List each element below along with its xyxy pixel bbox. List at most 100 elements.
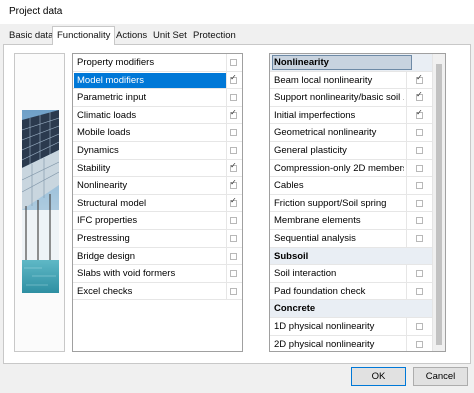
list-item-beam-local-nonlinearity[interactable]: Beam local nonlinearity ✓ (270, 71, 433, 90)
checkmark-icon: ✓ (230, 178, 237, 188)
list-item-general-plasticity[interactable]: General plasticity (270, 142, 433, 160)
checkbox[interactable] (230, 235, 237, 242)
checkbox[interactable] (230, 252, 237, 260)
checkbox[interactable] (230, 129, 237, 137)
checkbox[interactable] (230, 147, 237, 154)
list-item-compression-only-2d-members[interactable]: Compression-only 2D members (270, 159, 433, 178)
list-item-prestressing[interactable]: Prestressing (73, 230, 242, 248)
checkbox[interactable] (416, 199, 423, 207)
group-header-label: Subsoil (274, 250, 309, 262)
list-item-cables[interactable]: Cables (270, 177, 433, 195)
list-item-membrane-elements[interactable]: Membrane elements (270, 212, 433, 230)
list-item-stability[interactable]: Stability ✓ (73, 159, 242, 178)
list-item-label: Property modifiers (77, 57, 155, 68)
list-item-1d-physical-nonlinearity[interactable]: 1D physical nonlinearity (270, 318, 433, 336)
list-item-label: Sequential analysis (274, 233, 356, 244)
checkbox[interactable] (416, 323, 423, 330)
group-header-concrete[interactable]: Concrete (270, 300, 433, 318)
list-item-label: Climatic loads (77, 109, 137, 121)
list-item-slabs-with-void-formers[interactable]: Slabs with void formers (73, 265, 242, 283)
list-item-structural-model[interactable]: Structural model ✓ (73, 194, 242, 213)
checkmark-icon: ✓ (416, 107, 423, 117)
checkmark-icon: ✓ (230, 107, 237, 117)
tab-functionality[interactable]: Functionality (52, 26, 116, 45)
list-item-initial-imperfections[interactable]: Initial imperfections ✓ (270, 106, 433, 125)
group-header-label: Nonlinearity (274, 57, 329, 68)
list-item-pad-foundation-check[interactable]: Pad foundation check (270, 282, 433, 301)
list-item-label: Slabs with void formers (77, 268, 176, 280)
checkmark-icon: ✓ (416, 72, 423, 82)
list-item-property-modifiers[interactable]: Property modifiers (73, 54, 242, 72)
checkbox[interactable] (230, 94, 237, 102)
list-item-bridge-design[interactable]: Bridge design (73, 247, 242, 266)
list-item-sequential-analysis[interactable]: Sequential analysis (270, 230, 433, 248)
list-item-label: Prestressing (77, 233, 130, 244)
list-item-label: Friction support/Soil spring (274, 197, 387, 209)
list-item-label: Excel checks (77, 285, 133, 297)
scrollbar-thumb[interactable] (436, 64, 442, 345)
tab-basic-data[interactable]: Basic data (5, 28, 57, 43)
title-bar: Project data (0, 0, 474, 25)
list-item-climatic-loads[interactable]: Climatic loads ✓ (73, 106, 242, 125)
list-item-label: Cables (274, 180, 304, 192)
vertical-scrollbar[interactable] (432, 54, 445, 351)
nonlinearity-options-list: Nonlinearity Beam local nonlinearity ✓ S… (269, 53, 446, 352)
checkbox[interactable] (416, 147, 423, 154)
checkbox[interactable] (416, 217, 423, 225)
checkbox[interactable] (416, 129, 423, 137)
list-item-ifc-properties[interactable]: IFC properties (73, 212, 242, 230)
checkbox[interactable] (416, 235, 423, 242)
list-item-geometrical-nonlinearity[interactable]: Geometrical nonlinearity (270, 124, 433, 142)
checkmark-icon: ✓ (230, 195, 237, 205)
checkbox[interactable]: ✓ (230, 196, 237, 207)
list-item-support-nonlinearity[interactable]: Support nonlinearity/basic soil ... ✓ (270, 89, 433, 107)
list-item-label: IFC properties (77, 215, 138, 227)
ok-button[interactable]: OK (351, 367, 406, 386)
checkbox[interactable] (230, 217, 237, 225)
list-item-nonlinearity[interactable]: Nonlinearity ✓ (73, 177, 242, 195)
group-header-nonlinearity[interactable]: Nonlinearity (270, 54, 433, 72)
list-item-label: Soil interaction (274, 268, 337, 280)
checkbox[interactable] (230, 59, 237, 66)
tab-unit-set[interactable]: Unit Set (149, 28, 191, 43)
list-item-label: Compression-only 2D members (274, 162, 404, 174)
checkbox[interactable]: ✓ (416, 90, 423, 102)
list-item-excel-checks[interactable]: Excel checks (73, 282, 242, 301)
list-item-soil-interaction[interactable]: Soil interaction (270, 265, 433, 283)
cancel-button[interactable]: Cancel (413, 367, 468, 386)
tab-strip: Basic data Functionality Actions Unit Se… (0, 26, 474, 45)
tab-protection[interactable]: Protection (189, 28, 240, 43)
checkbox[interactable]: ✓ (230, 161, 237, 172)
list-item-dynamics[interactable]: Dynamics (73, 142, 242, 160)
checkbox[interactable]: ✓ (230, 178, 237, 190)
list-item-model-modifiers[interactable]: Model modifiers ✓ (73, 71, 242, 90)
list-item-label: Beam local nonlinearity (274, 74, 373, 86)
list-item-label: Bridge design (77, 250, 136, 262)
list-item-2d-physical-nonlinearity[interactable]: 2D physical nonlinearity (270, 335, 433, 351)
list-item-label: Parametric input (77, 92, 147, 104)
checkbox[interactable] (230, 270, 237, 278)
list-item-parametric-input[interactable]: Parametric input (73, 89, 242, 107)
checkbox[interactable] (416, 287, 423, 295)
checkbox[interactable]: ✓ (230, 108, 237, 119)
checkbox[interactable] (416, 164, 423, 172)
checkbox[interactable] (416, 182, 423, 190)
list-item-friction-support-soil-spring[interactable]: Friction support/Soil spring (270, 194, 433, 213)
list-item-label: Geometrical nonlinearity (274, 127, 377, 139)
checkbox[interactable]: ✓ (416, 73, 423, 84)
list-item-label: Support nonlinearity/basic soil ... (274, 92, 404, 104)
list-item-label: Pad foundation check (274, 285, 366, 297)
building-illustration (22, 110, 59, 293)
list-item-label: Model modifiers (77, 74, 145, 86)
checkbox[interactable] (416, 340, 423, 348)
checkbox[interactable]: ✓ (230, 73, 237, 84)
checkbox[interactable]: ✓ (416, 108, 423, 119)
list-item-label: Initial imperfections (274, 109, 356, 121)
list-item-label: Structural model (77, 197, 147, 209)
checkbox[interactable] (230, 287, 237, 295)
tab-actions[interactable]: Actions (112, 28, 151, 43)
group-header-subsoil[interactable]: Subsoil (270, 247, 433, 266)
checkbox[interactable] (416, 270, 423, 278)
group-header-label: Concrete (274, 303, 316, 315)
list-item-mobile-loads[interactable]: Mobile loads (73, 124, 242, 142)
